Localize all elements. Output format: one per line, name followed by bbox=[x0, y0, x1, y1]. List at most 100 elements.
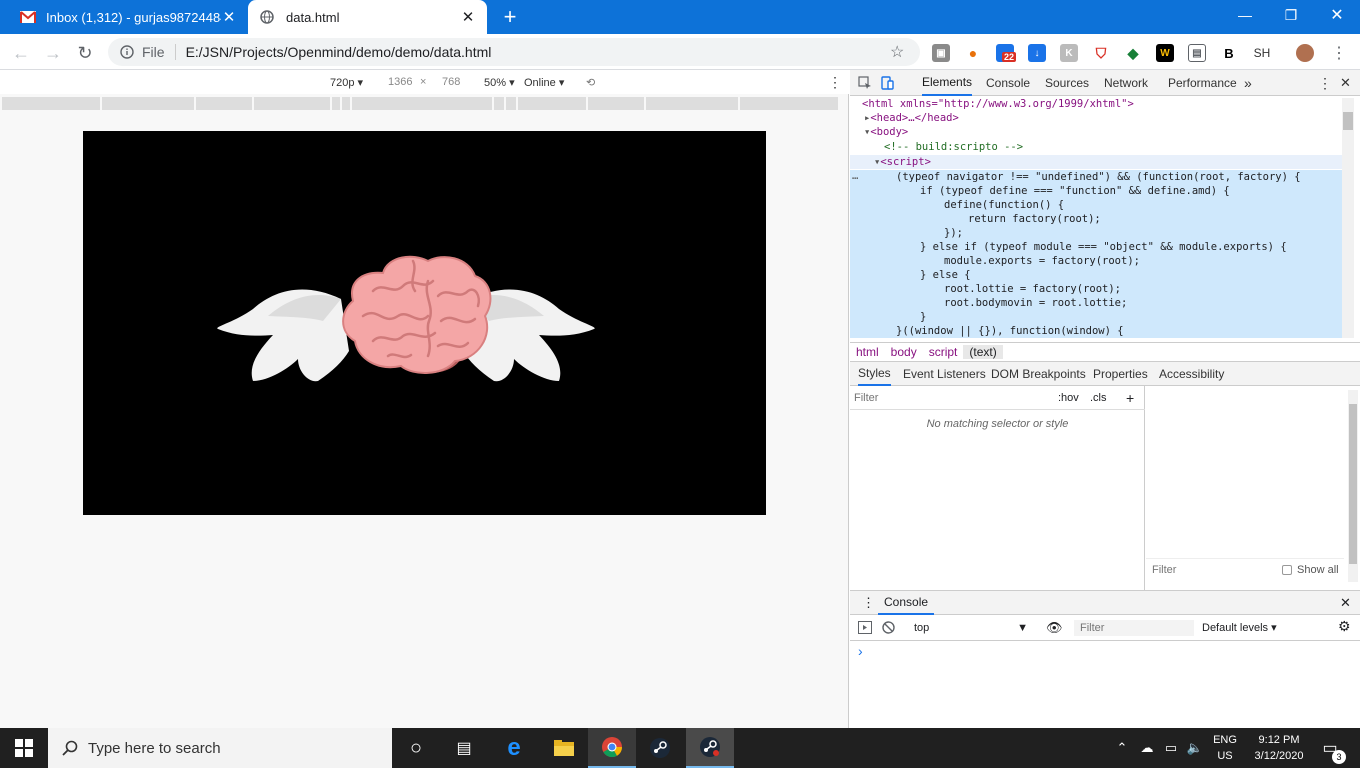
dom-line-script[interactable]: ▾<script> bbox=[850, 155, 1342, 169]
avatar[interactable] bbox=[1296, 44, 1314, 62]
code-line[interactable]: if (typeof define === "function" && defi… bbox=[850, 184, 1342, 198]
crumb-text[interactable]: (text) bbox=[963, 345, 1003, 359]
extension-icon[interactable]: W bbox=[1156, 44, 1174, 62]
steam-app-icon[interactable] bbox=[686, 728, 734, 768]
computed-scrollbar[interactable] bbox=[1348, 390, 1358, 582]
subtab-properties[interactable]: Properties bbox=[1093, 362, 1148, 386]
restore-icon[interactable]: ❐ bbox=[1268, 0, 1314, 30]
windows-start-icon[interactable] bbox=[0, 728, 48, 768]
notification-center-icon[interactable]: ▭ 3 bbox=[1310, 728, 1350, 768]
new-tab-button[interactable]: + bbox=[498, 4, 522, 29]
tab-console[interactable]: Console bbox=[986, 70, 1030, 96]
code-line[interactable]: root.bodymovin = root.lottie; bbox=[850, 296, 1342, 310]
tray-chevron-up-icon[interactable]: ⌃ bbox=[1110, 728, 1134, 768]
reload-icon[interactable]: ↻ bbox=[72, 40, 98, 66]
more-tabs-button[interactable]: » bbox=[1244, 70, 1252, 96]
close-devtools-icon[interactable]: ✕ bbox=[1340, 70, 1351, 96]
cortana-icon[interactable]: ○ bbox=[392, 728, 440, 768]
code-line[interactable]: (typeof navigator !== "undefined") && (f… bbox=[850, 170, 1342, 184]
forward-icon[interactable]: → bbox=[40, 40, 66, 66]
subtab-dom-breakpoints[interactable]: DOM Breakpoints bbox=[991, 362, 1086, 386]
dom-line-html[interactable]: <html xmlns="http://www.w3.org/1999/xhtm… bbox=[850, 97, 1342, 111]
shield-extension-icon[interactable]: ⛉ bbox=[1092, 44, 1110, 62]
bookmark-star-icon[interactable]: ☆ bbox=[890, 42, 904, 62]
rotate-icon[interactable]: ⟲ bbox=[586, 76, 595, 89]
tab-data-html[interactable]: data.html ✕ bbox=[248, 0, 487, 34]
language-indicator[interactable]: ENG US bbox=[1210, 732, 1240, 764]
tab-network[interactable]: Network bbox=[1104, 70, 1148, 96]
computed-filter-input[interactable] bbox=[1152, 563, 1262, 576]
dom-scrollbar[interactable] bbox=[1342, 98, 1354, 338]
address-bar[interactable]: File E:/JSN/Projects/Openmind/demo/demo/… bbox=[108, 38, 920, 66]
extension-icon[interactable]: B bbox=[1220, 44, 1238, 62]
crumb-script[interactable]: script bbox=[923, 345, 964, 359]
crumb-body[interactable]: body bbox=[885, 345, 923, 359]
styles-filter-input[interactable] bbox=[854, 391, 1044, 404]
back-icon[interactable]: ← bbox=[8, 40, 34, 66]
network-icon[interactable]: ▭ bbox=[1160, 728, 1182, 768]
extension-icon[interactable]: ◆ bbox=[1124, 44, 1142, 62]
show-all-checkbox[interactable] bbox=[1282, 564, 1292, 575]
hov-toggle[interactable]: :hov bbox=[1058, 392, 1079, 404]
sidebar-toggle-icon[interactable] bbox=[858, 621, 872, 634]
throttle-dropdown[interactable]: Online ▾ bbox=[524, 76, 564, 89]
code-line[interactable]: module.exports = factory(root); bbox=[850, 254, 1342, 268]
close-window-icon[interactable]: ✕ bbox=[1314, 0, 1360, 30]
subtab-styles[interactable]: Styles bbox=[858, 362, 891, 386]
log-levels-dropdown[interactable]: Default levels ▾ bbox=[1202, 621, 1277, 634]
extension-icon[interactable]: ▣ bbox=[932, 44, 950, 62]
device-height[interactable]: 768 bbox=[442, 76, 460, 88]
dom-line-comment[interactable]: <!-- build:scripto --> bbox=[850, 140, 1342, 154]
clear-console-icon[interactable] bbox=[882, 621, 895, 634]
code-line[interactable]: } else if (typeof module === "object" &&… bbox=[850, 240, 1342, 254]
ellipsis-marker[interactable]: … bbox=[852, 170, 858, 182]
device-preset-dropdown[interactable]: 720p ▾ bbox=[330, 76, 363, 89]
device-width[interactable]: 1366 bbox=[388, 76, 412, 88]
menu-kebab-icon[interactable]: ⋮ bbox=[1326, 40, 1352, 66]
volume-icon[interactable]: 🔈 bbox=[1184, 728, 1206, 768]
console-settings-gear-icon[interactable]: ⚙ bbox=[1338, 618, 1351, 635]
dom-line-head[interactable]: ▸<head>…</head> bbox=[850, 111, 1342, 125]
subtab-event-listeners[interactable]: Event Listeners bbox=[903, 362, 986, 386]
tab-elements[interactable]: Elements bbox=[922, 70, 973, 96]
code-line[interactable]: } bbox=[850, 310, 1342, 324]
device-menu-kebab-icon[interactable]: ⋮ bbox=[828, 74, 842, 91]
steam-icon[interactable] bbox=[636, 728, 684, 768]
extension-icon[interactable]: ● bbox=[964, 44, 982, 62]
close-tab-icon[interactable]: ✕ bbox=[459, 8, 477, 26]
file-explorer-icon[interactable] bbox=[540, 728, 588, 768]
minimize-icon[interactable]: — bbox=[1222, 0, 1268, 30]
code-line[interactable]: }); bbox=[850, 226, 1342, 240]
extension-icon[interactable]: ▤ bbox=[1188, 44, 1206, 62]
zoom-dropdown[interactable]: 50% ▾ bbox=[484, 76, 515, 89]
chrome-icon[interactable] bbox=[588, 728, 636, 768]
media-query-bar[interactable] bbox=[0, 97, 849, 110]
extension-icon[interactable]: K bbox=[1060, 44, 1078, 62]
close-tab-icon[interactable]: ✕ bbox=[220, 8, 238, 26]
code-line[interactable]: return factory(root); bbox=[850, 212, 1342, 226]
close-drawer-icon[interactable]: ✕ bbox=[1340, 595, 1351, 611]
context-select[interactable]: top ▼ bbox=[906, 615, 1030, 641]
subtab-accessibility[interactable]: Accessibility bbox=[1159, 362, 1224, 386]
tray-cloud-icon[interactable]: ☁ bbox=[1136, 728, 1158, 768]
inspect-element-icon[interactable] bbox=[858, 70, 872, 96]
eye-icon[interactable]: 👁 bbox=[1046, 620, 1063, 636]
code-line[interactable]: define(function() { bbox=[850, 198, 1342, 212]
profile-initials-extension[interactable]: SH bbox=[1250, 44, 1274, 62]
code-line[interactable]: }((window || {}), function(window) { bbox=[850, 324, 1342, 338]
task-view-icon[interactable]: ▤ bbox=[440, 728, 488, 768]
drawer-menu-kebab-icon[interactable]: ⋮ bbox=[862, 595, 875, 611]
device-toolbar-toggle-icon[interactable] bbox=[880, 70, 894, 96]
download-extension-icon[interactable]: ↓ bbox=[1028, 44, 1046, 62]
devtools-menu-kebab-icon[interactable]: ⋮ bbox=[1318, 70, 1332, 96]
tab-sources[interactable]: Sources bbox=[1045, 70, 1089, 96]
code-line[interactable]: } else { bbox=[850, 268, 1342, 282]
cls-toggle[interactable]: .cls bbox=[1090, 392, 1107, 404]
console-filter-input[interactable] bbox=[1074, 620, 1194, 636]
code-line[interactable]: root.lottie = factory(root); bbox=[850, 282, 1342, 296]
edge-icon[interactable]: e bbox=[490, 728, 538, 768]
console-prompt[interactable]: › bbox=[858, 643, 863, 659]
drawer-tab-console[interactable]: Console bbox=[878, 591, 935, 615]
tab-performance[interactable]: Performance bbox=[1168, 70, 1237, 96]
calendar-extension-icon[interactable]: 22 bbox=[996, 44, 1017, 62]
